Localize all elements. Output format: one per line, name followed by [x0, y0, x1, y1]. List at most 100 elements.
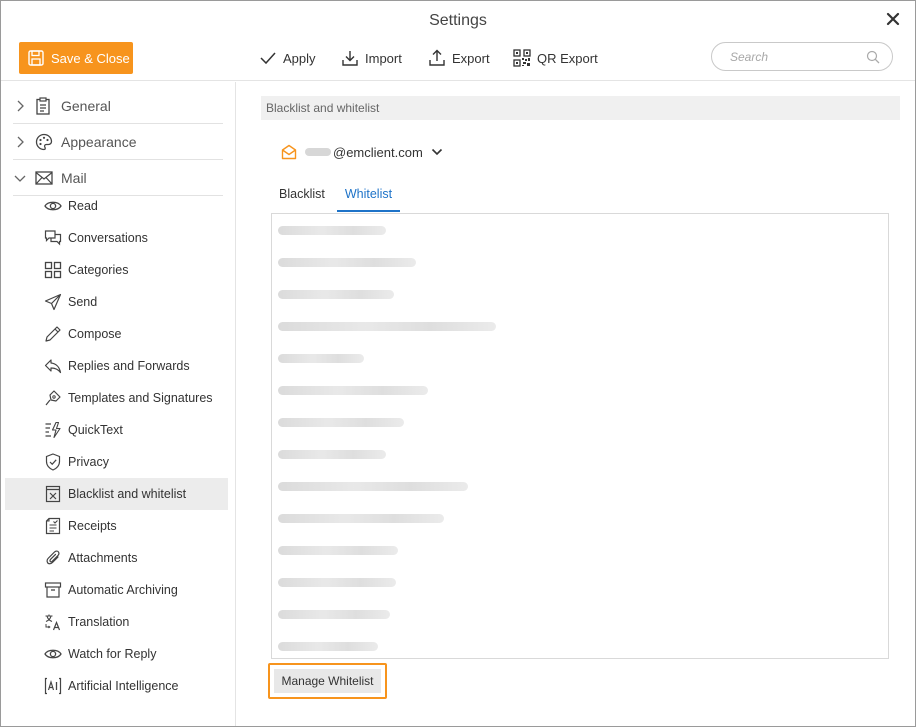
tab-whitelist[interactable]: Whitelist [336, 182, 401, 212]
archive-box-icon [44, 581, 62, 599]
grid-icon [44, 261, 62, 279]
apply-button[interactable]: Apply [259, 47, 316, 69]
redacted-email [278, 225, 386, 235]
sidebar-item-watch-for-reply[interactable]: Watch for Reply [5, 638, 228, 670]
sidebar-item-label: Attachments [68, 551, 138, 565]
manage-whitelist-highlight: Manage Whitelist [268, 663, 387, 699]
list-item[interactable] [272, 438, 888, 470]
pencil-icon [44, 325, 62, 343]
account-selector[interactable]: @emclient.com [281, 142, 443, 162]
paper-plane-icon [44, 293, 62, 311]
sidebar-item-label: Translation [68, 615, 130, 629]
sidebar-category-label: Mail [61, 169, 87, 186]
sidebar-item-label: Privacy [68, 455, 109, 469]
redacted-email [278, 609, 390, 619]
receipt-icon [44, 517, 62, 535]
sidebar-item-automatic-archiving[interactable]: Automatic Archiving [5, 574, 228, 606]
chat-bubbles-icon [44, 229, 62, 247]
list-item[interactable] [272, 406, 888, 438]
sidebar-item-blacklist-whitelist[interactable]: Blacklist and whitelist [5, 478, 228, 510]
list-item[interactable] [272, 246, 888, 278]
sidebar-item-label: Automatic Archiving [68, 583, 178, 597]
sidebar-category-appearance[interactable]: Appearance [13, 124, 223, 160]
sidebar-item-label: Watch for Reply [68, 647, 157, 661]
list-item[interactable] [272, 342, 888, 374]
chevron-right-icon[interactable] [13, 100, 27, 112]
export-button[interactable]: Export [428, 47, 490, 69]
sidebar-item-translation[interactable]: Translation [5, 606, 228, 638]
sidebar-item-label: QuickText [68, 423, 123, 437]
list-item[interactable] [272, 598, 888, 630]
save-close-label: Save & Close [51, 50, 130, 66]
manage-whitelist-button[interactable]: Manage Whitelist [274, 669, 381, 693]
account-mail-icon [281, 144, 297, 160]
ai-icon [44, 677, 62, 695]
sidebar-item-conversations[interactable]: Conversations [5, 222, 228, 254]
sidebar-item-privacy[interactable]: Privacy [5, 446, 228, 478]
sidebar-item-compose[interactable]: Compose [5, 318, 228, 350]
redacted-email [278, 513, 444, 523]
search-icon[interactable] [866, 50, 880, 64]
chevron-down-icon[interactable] [431, 148, 443, 156]
eye-icon [44, 197, 62, 215]
quicktext-icon [44, 421, 62, 439]
blacklist-box-icon [44, 485, 62, 503]
sidebar-item-label: Conversations [68, 231, 148, 245]
sidebar-item-artificial-intelligence[interactable]: Artificial Intelligence [5, 670, 228, 702]
sidebar-category-general[interactable]: General [13, 88, 223, 124]
sidebar-item-label: Read [68, 199, 98, 213]
list-tabs: Blacklist Whitelist [271, 182, 404, 212]
qr-export-button[interactable]: QR Export [513, 47, 598, 69]
sidebar-item-templates-signatures[interactable]: Templates and Signatures [5, 382, 228, 414]
list-item[interactable] [272, 374, 888, 406]
translate-icon [44, 613, 62, 631]
sidebar-item-label: Compose [68, 327, 122, 341]
redacted-email [278, 385, 428, 395]
sidebar-item-send[interactable]: Send [5, 286, 228, 318]
list-item[interactable] [272, 502, 888, 534]
envelope-icon [35, 169, 53, 187]
eye-icon [44, 645, 62, 663]
list-item[interactable] [272, 534, 888, 566]
settings-sidebar: General Appearance Mail Read Conversatio… [1, 82, 236, 726]
whitelist-list[interactable] [271, 213, 889, 659]
save-close-button[interactable]: Save & Close [19, 42, 133, 74]
export-label: Export [452, 50, 490, 66]
list-item[interactable] [272, 310, 888, 342]
search-box[interactable] [711, 42, 893, 71]
chevron-right-icon[interactable] [13, 136, 27, 148]
sidebar-category-label: Appearance [61, 133, 137, 150]
sidebar-item-categories[interactable]: Categories [5, 254, 228, 286]
section-header: Blacklist and whitelist [261, 96, 900, 120]
sidebar-item-label: Blacklist and whitelist [68, 487, 187, 501]
sidebar-item-receipts[interactable]: Receipts [5, 510, 228, 542]
paperclip-icon [44, 549, 62, 567]
list-item[interactable] [272, 278, 888, 310]
sidebar-item-quicktext[interactable]: QuickText [5, 414, 228, 446]
redacted-email [278, 321, 496, 331]
redacted-email [278, 641, 378, 651]
sidebar-item-label: Categories [68, 263, 129, 277]
redacted-email [278, 353, 364, 363]
list-item[interactable] [272, 566, 888, 598]
list-item[interactable] [272, 630, 888, 658]
qr-export-label: QR Export [537, 50, 598, 66]
redacted-email [278, 481, 468, 491]
redacted-email [278, 289, 394, 299]
list-item[interactable] [272, 214, 888, 246]
close-icon[interactable] [885, 11, 901, 27]
sidebar-item-replies-forwards[interactable]: Replies and Forwards [5, 350, 228, 382]
sidebar-item-attachments[interactable]: Attachments [5, 542, 228, 574]
toolbar: Save & Close Apply Import Export QR Expo [1, 41, 915, 81]
sidebar-item-read[interactable]: Read [5, 190, 228, 222]
redacted-email [278, 417, 404, 427]
tab-blacklist[interactable]: Blacklist [271, 182, 333, 212]
redacted-email [278, 257, 416, 267]
search-input[interactable] [728, 48, 866, 65]
redacted-username [305, 148, 331, 156]
import-button[interactable]: Import [341, 47, 402, 69]
chevron-down-icon[interactable] [13, 174, 27, 182]
settings-window: Settings Save & Close Apply Import Expor… [0, 0, 916, 727]
shield-check-icon [44, 453, 62, 471]
list-item[interactable] [272, 470, 888, 502]
